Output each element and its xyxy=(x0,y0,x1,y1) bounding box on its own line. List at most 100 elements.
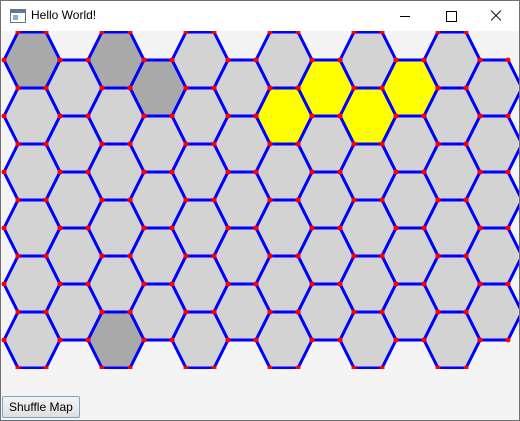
hex-vertex xyxy=(253,225,259,231)
title-bar[interactable]: Hello World! xyxy=(1,1,519,31)
close-button[interactable] xyxy=(473,1,519,31)
hex-vertex xyxy=(183,309,189,315)
hex-vertex xyxy=(267,141,273,147)
window-title: Hello World! xyxy=(31,8,97,22)
hex-tile[interactable] xyxy=(254,310,314,369)
hex-vertex xyxy=(225,113,231,119)
hex-vertex xyxy=(337,169,343,175)
hex-vertex xyxy=(141,225,147,231)
hex-vertex xyxy=(183,253,189,259)
hex-vertex xyxy=(183,197,189,203)
hex-tile[interactable] xyxy=(2,310,62,369)
hex-vertex xyxy=(463,197,469,203)
hex-vertex xyxy=(1,57,7,63)
app-window: Hello World! Shuffle Map xyxy=(0,0,520,421)
hex-vertex xyxy=(211,253,217,259)
hex-vertex xyxy=(99,309,105,315)
hex-vertex xyxy=(267,85,273,91)
hex-vertex xyxy=(505,113,511,119)
hex-vertex xyxy=(477,281,483,287)
hex-vertex xyxy=(211,197,217,203)
hex-vertex xyxy=(141,281,147,287)
hex-vertex xyxy=(421,337,427,343)
hex-vertex xyxy=(253,281,259,287)
hex-vertex xyxy=(15,141,21,147)
hex-vertex xyxy=(99,253,105,259)
hex-tile[interactable] xyxy=(338,310,398,369)
hex-vertex xyxy=(1,169,7,175)
hex-vertex xyxy=(85,225,91,231)
hex-vertex xyxy=(169,113,175,119)
hex-vertex xyxy=(15,85,21,91)
hex-vertex xyxy=(505,225,511,231)
minimize-icon xyxy=(400,15,410,17)
hex-vertex xyxy=(393,281,399,287)
hex-vertex xyxy=(169,169,175,175)
hex-vertex xyxy=(337,281,343,287)
hex-vertex xyxy=(211,141,217,147)
maximize-button[interactable] xyxy=(428,1,474,31)
hex-vertex xyxy=(463,85,469,91)
hex-vertex xyxy=(295,197,301,203)
hex-vertex xyxy=(505,169,511,175)
hex-vertex xyxy=(43,141,49,147)
hex-vertex xyxy=(477,169,483,175)
hex-vertex xyxy=(309,57,315,63)
hex-vertex xyxy=(351,85,357,91)
hex-vertex xyxy=(421,169,427,175)
shuffle-map-button[interactable]: Shuffle Map xyxy=(2,396,80,418)
hex-vertex xyxy=(85,281,91,287)
hex-vertex xyxy=(351,253,357,259)
hex-vertex xyxy=(309,169,315,175)
hex-vertex xyxy=(421,225,427,231)
hex-vertex xyxy=(225,281,231,287)
hex-vertex xyxy=(379,197,385,203)
hex-vertex xyxy=(169,57,175,63)
hex-vertex xyxy=(351,141,357,147)
hex-vertex xyxy=(57,337,63,343)
hex-vertex xyxy=(435,197,441,203)
hex-vertex xyxy=(15,309,21,315)
hex-vertex xyxy=(477,337,483,343)
hex-tile[interactable] xyxy=(422,310,482,369)
hex-vertex xyxy=(379,141,385,147)
hex-vertex xyxy=(505,281,511,287)
hex-vertex xyxy=(295,85,301,91)
hex-vertex xyxy=(85,57,91,63)
hex-vertex xyxy=(43,309,49,315)
hex-vertex xyxy=(225,337,231,343)
hex-vertex xyxy=(141,113,147,119)
hex-vertex xyxy=(267,309,273,315)
hex-vertex xyxy=(309,113,315,119)
hex-vertex xyxy=(211,309,217,315)
hex-vertex xyxy=(435,141,441,147)
hex-tile[interactable] xyxy=(170,310,230,369)
hex-vertex xyxy=(43,85,49,91)
hex-vertex xyxy=(99,197,105,203)
hex-vertex xyxy=(253,113,259,119)
hex-vertex xyxy=(85,337,91,343)
hex-vertex xyxy=(141,57,147,63)
hex-vertex xyxy=(1,337,7,343)
hex-vertex xyxy=(505,337,511,343)
hex-vertex xyxy=(505,57,511,63)
hex-vertex xyxy=(85,169,91,175)
hex-vertex xyxy=(351,309,357,315)
hex-vertex xyxy=(15,253,21,259)
hex-vertex xyxy=(267,197,273,203)
hex-vertex xyxy=(337,57,343,63)
hex-vertex xyxy=(127,85,133,91)
hex-vertex xyxy=(211,85,217,91)
minimize-button[interactable] xyxy=(382,1,428,31)
hex-vertex xyxy=(477,225,483,231)
hex-tile[interactable] xyxy=(86,310,146,369)
hex-vertex xyxy=(435,253,441,259)
hex-vertex xyxy=(421,57,427,63)
hex-vertex xyxy=(351,197,357,203)
hex-vertex xyxy=(393,169,399,175)
hex-vertex xyxy=(169,337,175,343)
hex-vertex xyxy=(379,85,385,91)
hex-vertex xyxy=(393,337,399,343)
hex-map[interactable] xyxy=(1,31,519,369)
hex-vertex xyxy=(85,113,91,119)
